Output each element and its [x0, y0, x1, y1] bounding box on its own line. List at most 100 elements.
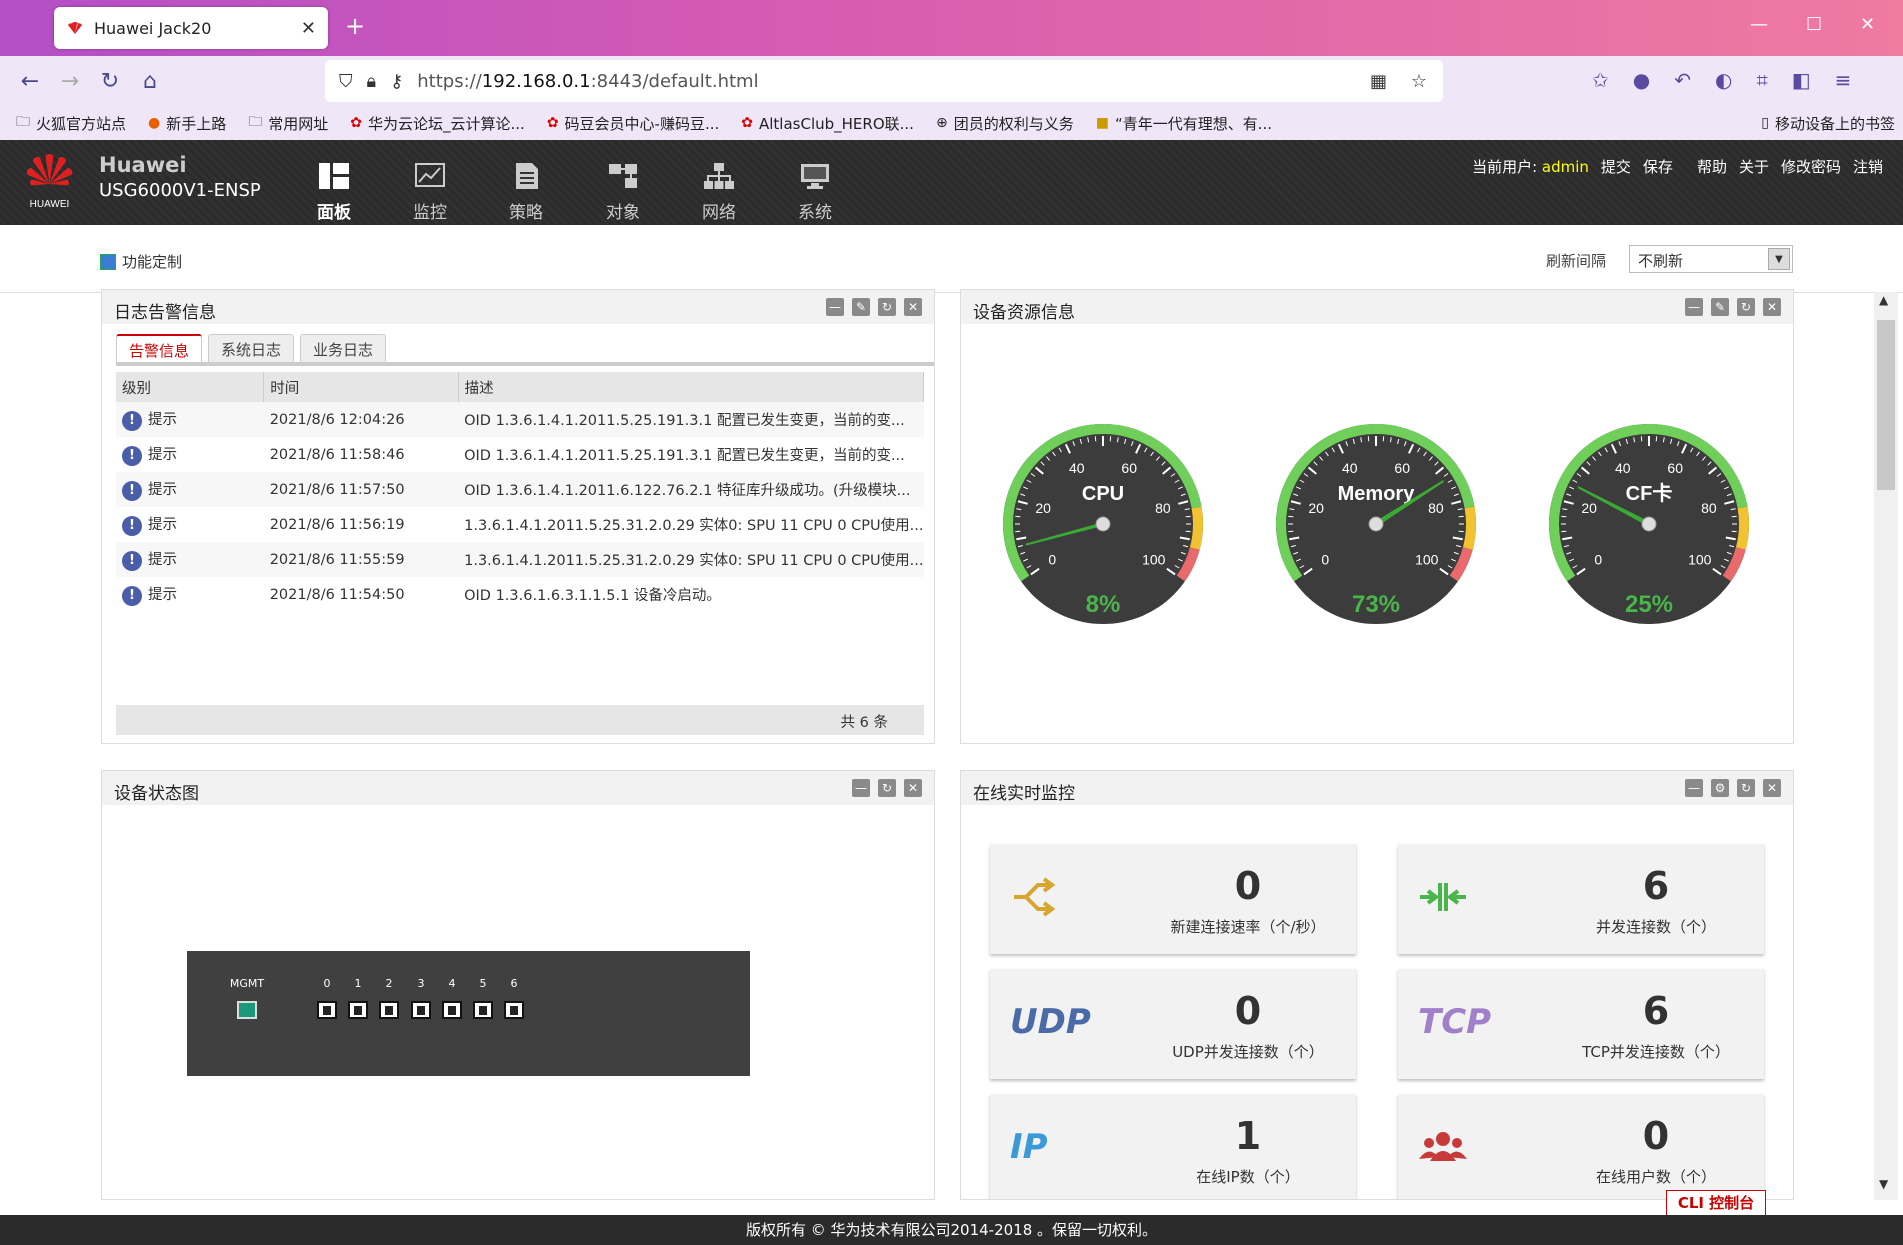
- home-icon[interactable]: ⌂: [130, 69, 170, 94]
- bookmark-item[interactable]: ✿ 华为云论坛_云计算论...: [350, 113, 525, 134]
- minimize-icon[interactable]: —: [1685, 779, 1703, 797]
- lock-icon[interactable]: 🔒︎: [367, 71, 377, 92]
- account-icon[interactable]: ●: [1633, 68, 1650, 92]
- bookmark-item[interactable]: ■ “青年一代有理想、有...: [1096, 113, 1272, 134]
- about-link[interactable]: 关于: [1739, 156, 1769, 177]
- tab-system-log[interactable]: 系统日志: [208, 334, 295, 362]
- bookmark-item[interactable]: 🗀 常用网址: [248, 111, 328, 135]
- menu-system[interactable]: 系统: [780, 160, 850, 223]
- refresh-icon[interactable]: ↻: [878, 298, 896, 316]
- ethernet-port[interactable]: [348, 1001, 368, 1019]
- menu-icon[interactable]: ≡: [1835, 68, 1852, 92]
- edit-icon[interactable]: ✎: [1711, 298, 1729, 316]
- table-row[interactable]: ! 提示 2021/8/6 12:04:26 OID 1.3.6.1.4.1.2011…: [116, 402, 924, 437]
- dashboard-icon: [299, 160, 369, 192]
- table-row[interactable]: ! 提示 2021/8/6 11:55:59 1.3.6.1.4.1.2011.5.2…: [116, 542, 924, 577]
- minimize-icon[interactable]: —: [1685, 298, 1703, 316]
- refresh-icon[interactable]: ↻: [1737, 779, 1755, 797]
- tab-alarm[interactable]: 告警信息: [116, 334, 203, 362]
- ethernet-port[interactable]: [317, 1001, 337, 1019]
- crop-icon[interactable]: ⌗: [1756, 68, 1767, 92]
- help-link[interactable]: 帮助: [1697, 156, 1727, 177]
- monitor-card: UDP 0 UDP并发连接数（个）: [990, 969, 1356, 1079]
- customize-button[interactable]: 功能定制: [100, 251, 182, 272]
- pocket-icon[interactable]: ✩: [1592, 68, 1609, 92]
- shield-icon[interactable]: ⛉: [339, 71, 353, 92]
- device-resource-panel: 设备资源信息 — ✎ ↻ ✕ 0 20 40 60 80 100 CPU 8% 0 20 40 60 80 10…: [960, 289, 1794, 744]
- monitor-card: 0 新建连接速率（个/秒）: [990, 844, 1356, 954]
- card-value: 1: [1234, 1114, 1262, 1158]
- menu-network[interactable]: 网络: [684, 160, 754, 223]
- refresh-icon[interactable]: ↻: [1737, 298, 1755, 316]
- panel-header: 日志告警信息 — ✎ ↻ ✕: [102, 290, 934, 324]
- ethernet-port[interactable]: [442, 1001, 462, 1019]
- bookmark-star-icon[interactable]: ☆: [1411, 71, 1427, 92]
- minimize-window-icon[interactable]: —: [1750, 14, 1768, 35]
- edit-icon[interactable]: ✎: [852, 298, 870, 316]
- minimize-icon[interactable]: —: [852, 779, 870, 797]
- mobile-bookmarks[interactable]: ▯ 移动设备上的书签: [1761, 113, 1895, 134]
- forward-icon[interactable]: →: [50, 69, 90, 94]
- close-icon[interactable]: ✕: [904, 779, 922, 797]
- menu-object[interactable]: 对象: [588, 160, 658, 223]
- close-tab-icon[interactable]: ✕: [301, 18, 316, 39]
- scroll-up-icon[interactable]: ▲: [1879, 293, 1888, 307]
- menu-monitor[interactable]: 监控: [395, 160, 465, 223]
- scrollbar-thumb[interactable]: [1877, 320, 1895, 490]
- tab-service-log[interactable]: 业务日志: [300, 334, 387, 362]
- ethernet-port[interactable]: [504, 1001, 524, 1019]
- gauge-tick-label: 40: [1069, 460, 1085, 476]
- menu-policy[interactable]: 策略: [491, 160, 561, 223]
- table-row[interactable]: ! 提示 2021/8/6 11:58:46 OID 1.3.6.1.4.1.2011…: [116, 437, 924, 472]
- panel-title: 在线实时监控: [973, 784, 1075, 804]
- gauge-name: Memory: [1338, 483, 1416, 505]
- bookmark-item[interactable]: ⊕ 团员的权利与义务: [936, 113, 1074, 134]
- column-header[interactable]: 描述: [458, 372, 925, 402]
- column-header[interactable]: 时间: [263, 372, 459, 402]
- cli-console-button[interactable]: CLI 控制台: [1666, 1190, 1766, 1216]
- undo-icon[interactable]: ↶: [1674, 68, 1691, 92]
- column-header[interactable]: 级别: [116, 372, 265, 402]
- sync-icon[interactable]: ◐: [1715, 68, 1732, 92]
- table-row[interactable]: ! 提示 2021/8/6 11:54:50 OID 1.3.6.1.6.3.1.1.…: [116, 577, 924, 612]
- save-link[interactable]: 保存: [1643, 156, 1673, 177]
- refresh-interval-select[interactable]: 不刷新 ▼: [1629, 245, 1793, 273]
- ethernet-port[interactable]: [411, 1001, 431, 1019]
- card-value: 0: [1234, 989, 1262, 1033]
- gauge-3: 0 20 40 60 80 100 CF卡 25%: [1549, 424, 1749, 624]
- table-row[interactable]: ! 提示 2021/8/6 11:57:50 OID 1.3.6.1.4.1.2011…: [116, 472, 924, 507]
- refresh-icon[interactable]: ↻: [878, 779, 896, 797]
- bookmark-item[interactable]: ✿ AltlasClub_HERO联...: [741, 113, 914, 134]
- mgmt-port[interactable]: [237, 1001, 257, 1019]
- menu-dashboard[interactable]: 面板: [299, 160, 369, 223]
- ethernet-port[interactable]: [473, 1001, 493, 1019]
- ethernet-port[interactable]: [379, 1001, 399, 1019]
- commit-link[interactable]: 提交: [1601, 156, 1631, 177]
- info-icon: !: [122, 481, 142, 501]
- browser-tab[interactable]: Huawei Jack20 ✕: [54, 7, 328, 49]
- scroll-down-icon[interactable]: ▼: [1879, 1177, 1888, 1191]
- close-icon[interactable]: ✕: [904, 298, 922, 316]
- maximize-window-icon[interactable]: ☐: [1806, 14, 1822, 35]
- close-icon[interactable]: ✕: [1763, 779, 1781, 797]
- table-row[interactable]: ! 提示 2021/8/6 11:56:19 1.3.6.1.4.1.2011.5.2…: [116, 507, 924, 542]
- key-icon[interactable]: ⚷: [390, 71, 403, 92]
- close-window-icon[interactable]: ✕: [1860, 14, 1875, 35]
- back-icon[interactable]: ←: [10, 69, 50, 94]
- bookmark-item[interactable]: ● 新手上路: [148, 113, 226, 134]
- change-password-link[interactable]: 修改密码: [1781, 156, 1841, 177]
- bookmark-item[interactable]: ✿ 码豆会员中心-赚码豆...: [547, 113, 719, 134]
- extension-icon[interactable]: ◧: [1792, 68, 1811, 92]
- reload-icon[interactable]: ↻: [90, 69, 130, 94]
- bookmark-item[interactable]: 🗀 火狐官方站点: [16, 111, 126, 135]
- minimize-icon[interactable]: —: [826, 298, 844, 316]
- qr-code-icon[interactable]: ▦: [1370, 71, 1387, 92]
- chevron-down-icon[interactable]: ▼: [1768, 248, 1790, 270]
- new-tab-icon[interactable]: +: [345, 12, 365, 40]
- settings-icon[interactable]: ⚙: [1711, 779, 1729, 797]
- browser-tab-title: Huawei Jack20: [94, 18, 212, 38]
- url-bar[interactable]: ⛉ 🔒︎ ⚷ https://192.168.0.1:8443/default.…: [325, 60, 1443, 102]
- logout-link[interactable]: 注销: [1853, 156, 1883, 177]
- close-icon[interactable]: ✕: [1763, 298, 1781, 316]
- card-label: 并发连接数（个）: [1595, 918, 1716, 936]
